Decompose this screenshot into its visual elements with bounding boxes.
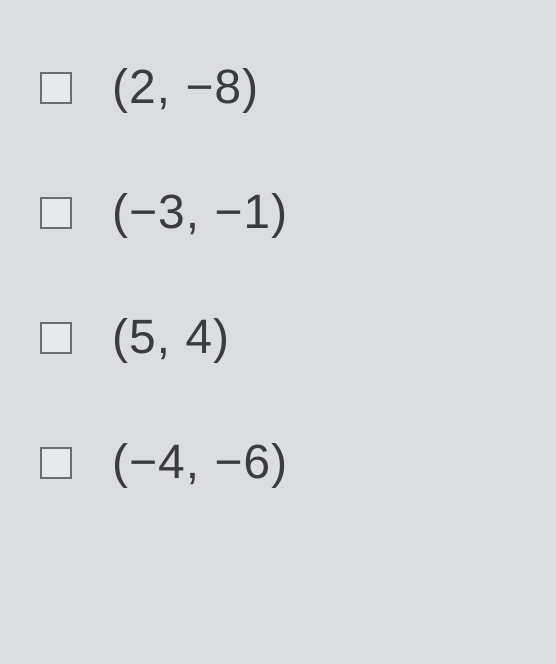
option-row-1: (2, −8) — [40, 60, 516, 115]
option-label-3: (5, 4) — [112, 310, 230, 365]
checkbox-option-2[interactable] — [40, 197, 72, 229]
option-row-4: (−4, −6) — [40, 435, 516, 490]
checkbox-option-3[interactable] — [40, 322, 72, 354]
option-label-1: (2, −8) — [112, 60, 259, 115]
checkbox-option-4[interactable] — [40, 447, 72, 479]
option-row-3: (5, 4) — [40, 310, 516, 365]
option-label-4: (−4, −6) — [112, 435, 288, 490]
option-label-2: (−3, −1) — [112, 185, 288, 240]
checkbox-option-1[interactable] — [40, 72, 72, 104]
option-row-2: (−3, −1) — [40, 185, 516, 240]
